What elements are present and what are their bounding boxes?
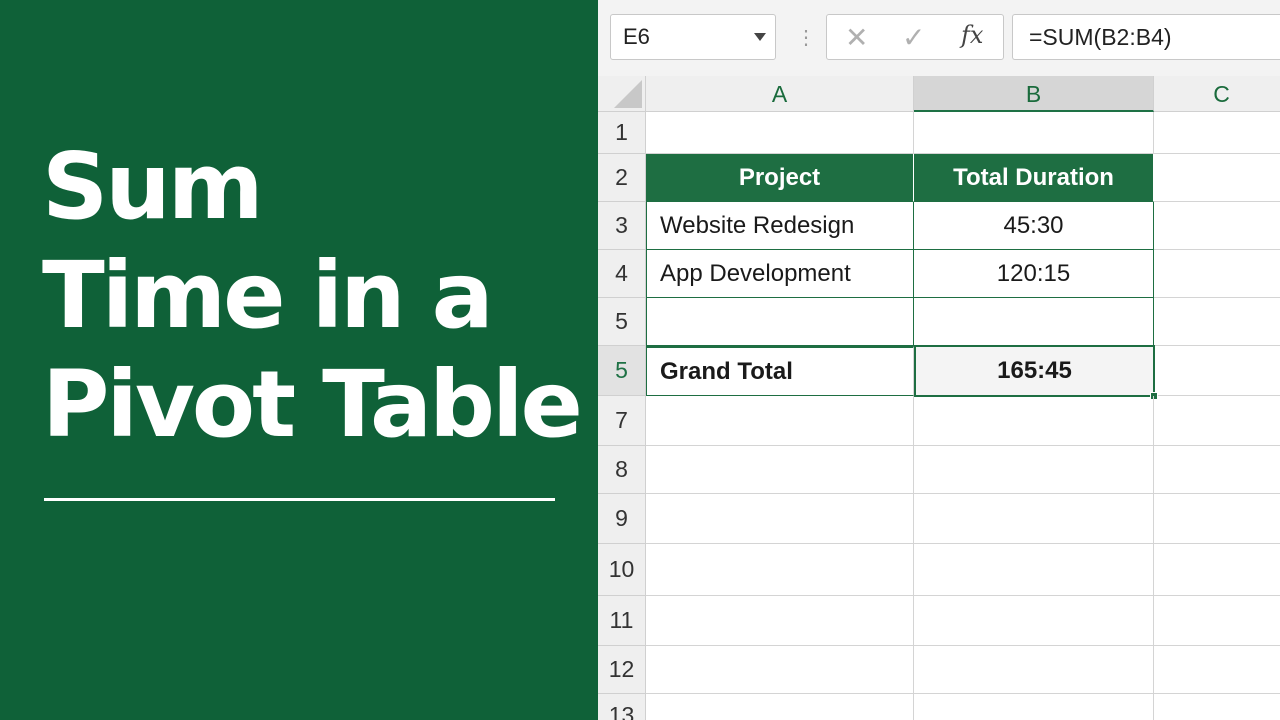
cell-b12[interactable] bbox=[914, 646, 1154, 694]
cell-b5[interactable] bbox=[914, 298, 1154, 346]
cell-c6[interactable] bbox=[1155, 346, 1280, 396]
row-header-4[interactable]: 4 bbox=[598, 250, 646, 298]
cell-c2[interactable] bbox=[1154, 154, 1280, 202]
insert-function-icon[interactable]: fx bbox=[961, 21, 983, 49]
column-header-b[interactable]: B bbox=[914, 76, 1154, 112]
cell-a11[interactable] bbox=[646, 596, 914, 646]
name-box[interactable]: E6 bbox=[610, 14, 776, 60]
spreadsheet: E6 ⋮ ✕ ✓ fx =SUM(B2:B4) A B C 1 2 3 4 5 … bbox=[598, 0, 1280, 720]
cell-a8[interactable] bbox=[646, 446, 914, 494]
title-heading: Sum Time in a Pivot Table bbox=[42, 132, 583, 459]
worksheet-grid: A B C 1 2 3 4 5 5 7 8 9 10 11 12 13 Proj… bbox=[598, 76, 1280, 720]
cell-a12[interactable] bbox=[646, 646, 914, 694]
cancel-icon[interactable]: ✕ bbox=[845, 21, 868, 54]
cell-b1[interactable] bbox=[914, 112, 1154, 154]
cell-b7[interactable] bbox=[914, 396, 1154, 446]
select-all-button[interactable] bbox=[598, 76, 646, 112]
name-box-value: E6 bbox=[623, 24, 650, 49]
formula-bar: E6 ⋮ ✕ ✓ fx =SUM(B2:B4) bbox=[598, 0, 1280, 76]
row-header-5[interactable]: 5 bbox=[598, 298, 646, 346]
cell-c7[interactable] bbox=[1154, 396, 1280, 446]
table-cell-duration[interactable]: 45:30 bbox=[914, 202, 1154, 250]
cell-c4[interactable] bbox=[1154, 250, 1280, 298]
row-header-11[interactable]: 11 bbox=[598, 596, 646, 646]
cell-a13[interactable] bbox=[646, 694, 914, 720]
cell-c3[interactable] bbox=[1154, 202, 1280, 250]
drag-handle-icon[interactable]: ⋮ bbox=[796, 24, 816, 52]
title-line-3: Pivot Table bbox=[42, 351, 583, 458]
cell-c13[interactable] bbox=[1154, 694, 1280, 720]
row-header-6[interactable]: 5 bbox=[598, 346, 646, 396]
row-header-3[interactable]: 3 bbox=[598, 202, 646, 250]
cell-a7[interactable] bbox=[646, 396, 914, 446]
row-header-2[interactable]: 2 bbox=[598, 154, 646, 202]
formula-buttons: ✕ ✓ fx bbox=[826, 14, 1004, 60]
table-cell-duration[interactable]: 120:15 bbox=[914, 250, 1154, 298]
table-cell-project[interactable]: Website Redesign bbox=[646, 202, 914, 250]
formula-input[interactable]: =SUM(B2:B4) bbox=[1012, 14, 1280, 60]
cell-a9[interactable] bbox=[646, 494, 914, 544]
table-header-project[interactable]: Project bbox=[646, 154, 914, 202]
enter-icon[interactable]: ✓ bbox=[902, 21, 925, 54]
cell-b8[interactable] bbox=[914, 446, 1154, 494]
cell-a10[interactable] bbox=[646, 544, 914, 596]
cell-a1[interactable] bbox=[646, 112, 914, 154]
cell-a5[interactable] bbox=[646, 298, 914, 346]
cell-c8[interactable] bbox=[1154, 446, 1280, 494]
grand-total-value[interactable]: 165:45 bbox=[914, 345, 1155, 397]
row-header-12[interactable]: 12 bbox=[598, 646, 646, 694]
cell-b10[interactable] bbox=[914, 544, 1154, 596]
row-header-13[interactable]: 13 bbox=[598, 694, 646, 720]
table-header-total-duration[interactable]: Total Duration bbox=[914, 154, 1154, 202]
chevron-down-icon[interactable] bbox=[754, 33, 766, 41]
cell-c11[interactable] bbox=[1154, 596, 1280, 646]
row-header-10[interactable]: 10 bbox=[598, 544, 646, 596]
row-header-9[interactable]: 9 bbox=[598, 494, 646, 544]
cell-c12[interactable] bbox=[1154, 646, 1280, 694]
row-header-1[interactable]: 1 bbox=[598, 112, 646, 154]
cell-b9[interactable] bbox=[914, 494, 1154, 544]
row-header-7[interactable]: 7 bbox=[598, 396, 646, 446]
title-line-1: Sum bbox=[42, 133, 264, 240]
row-header-8[interactable]: 8 bbox=[598, 446, 646, 494]
cell-b11[interactable] bbox=[914, 596, 1154, 646]
select-all-icon bbox=[614, 80, 642, 108]
title-line-2: Time in a bbox=[42, 242, 494, 349]
table-cell-project[interactable]: App Development bbox=[646, 250, 914, 298]
cell-c1[interactable] bbox=[1154, 112, 1280, 154]
title-divider bbox=[44, 498, 555, 501]
grand-total-label[interactable]: Grand Total bbox=[646, 346, 914, 396]
column-header-a[interactable]: A bbox=[646, 76, 914, 112]
formula-text: =SUM(B2:B4) bbox=[1029, 24, 1172, 50]
cell-c9[interactable] bbox=[1154, 494, 1280, 544]
column-header-c[interactable]: C bbox=[1154, 76, 1280, 112]
cell-b13[interactable] bbox=[914, 694, 1154, 720]
cell-c10[interactable] bbox=[1154, 544, 1280, 596]
title-panel: Sum Time in a Pivot Table bbox=[0, 0, 598, 720]
cell-c5[interactable] bbox=[1154, 298, 1280, 346]
